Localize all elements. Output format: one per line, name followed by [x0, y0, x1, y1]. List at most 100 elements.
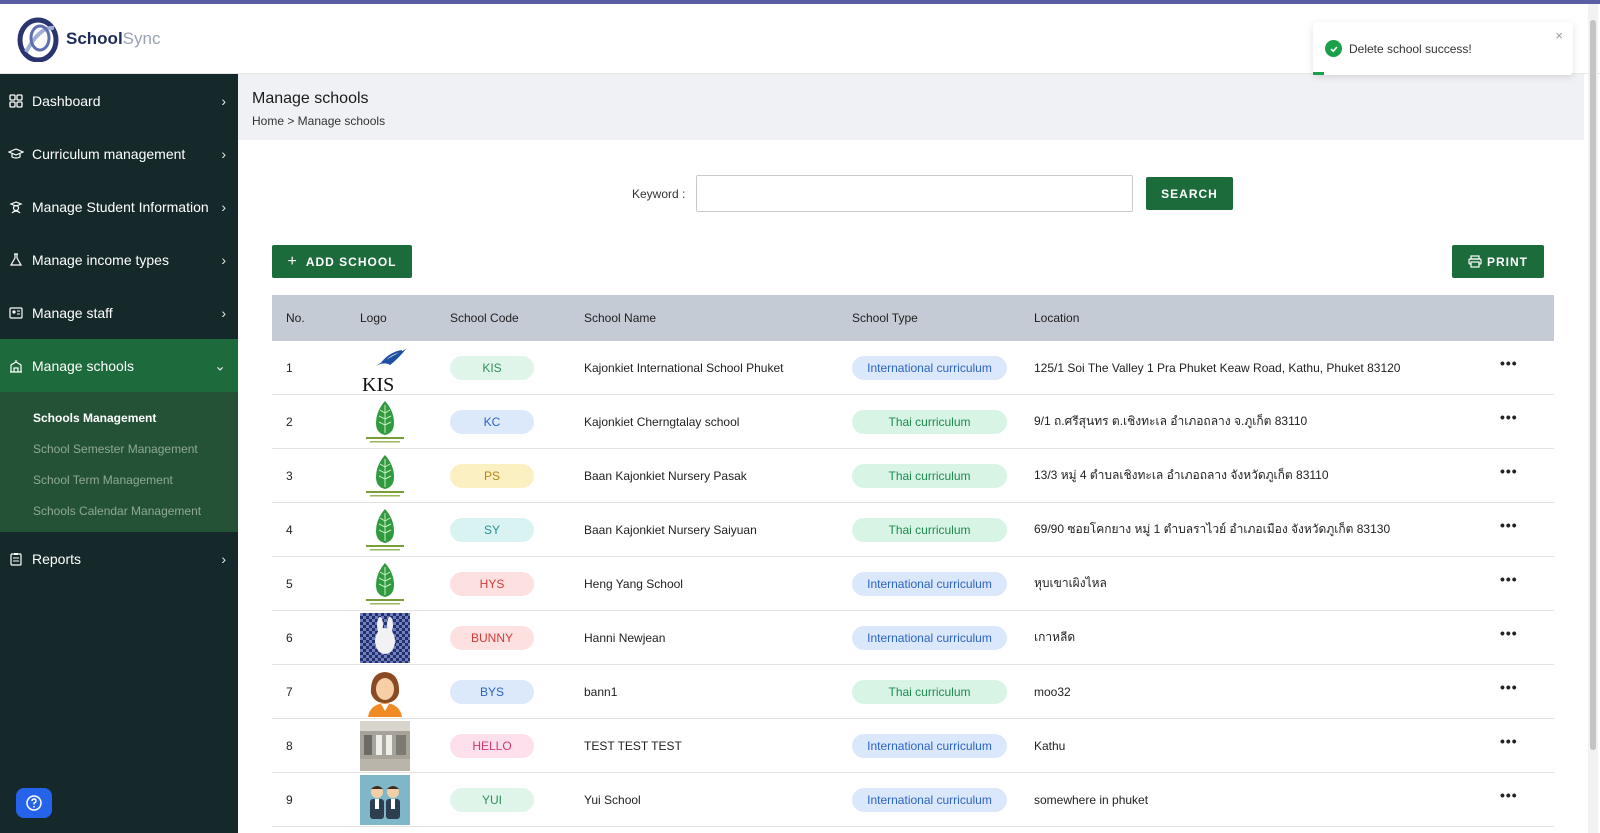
header-school-name: School Name — [584, 311, 657, 325]
school-code-badge: PS — [450, 463, 534, 488]
school-logo-image — [360, 505, 410, 555]
school-name: Baan Kajonkiet Nursery Saiyuan — [584, 522, 757, 537]
school-type-badge: International curriculum — [852, 787, 1007, 812]
school-location: 125/1 Soi The Valley 1 Pra Phuket Keaw R… — [1034, 360, 1401, 375]
row-actions-more-icon[interactable]: ••• — [1500, 409, 1518, 425]
close-icon[interactable]: × — [1555, 28, 1563, 43]
toast-progress-bar — [1313, 72, 1324, 75]
school-logo-image: KIS — [360, 343, 410, 396]
school-logo-image — [360, 721, 410, 771]
success-toast: Delete school success! × — [1313, 22, 1573, 75]
student-icon — [8, 199, 24, 215]
row-number: 9 — [286, 792, 293, 807]
row-number: 5 — [286, 576, 293, 591]
school-name: TEST TEST TEST — [584, 738, 682, 753]
submenu-semester-management[interactable]: School Semester Management — [0, 433, 238, 464]
submenu-calendar-management[interactable]: Schools Calendar Management — [0, 495, 238, 526]
school-location: 13/3 หมู่ 4 ตำบลเชิงทะเล อำเภอถลาง จังหว… — [1034, 468, 1329, 482]
school-name: bann1 — [584, 684, 618, 699]
toast-message: Delete school success! — [1349, 42, 1472, 56]
sidebar-item-label: Manage income types — [32, 251, 169, 268]
row-actions-more-icon[interactable]: ••• — [1500, 733, 1518, 749]
submenu-schools-management[interactable]: Schools Management — [0, 402, 238, 433]
breadcrumb[interactable]: Home > Manage schools — [252, 114, 385, 128]
sidebar-item-income-types[interactable]: Manage income types › — [0, 233, 238, 286]
table-row[interactable]: 7 BYS bann1 Thai curriculum moo32 ••• — [272, 665, 1554, 719]
school-logo-image — [360, 775, 410, 825]
app-name-primary: School — [66, 29, 123, 48]
keyword-search-input[interactable] — [696, 175, 1133, 212]
table-row[interactable]: 2 KC Kajonkiet Cherngtalay school Thai curr… — [272, 395, 1554, 449]
row-number: 3 — [286, 468, 293, 483]
school-type-badge: Thai curriculum — [852, 409, 1007, 434]
search-button[interactable]: SEARCH — [1146, 177, 1233, 210]
sidebar-item-dashboard[interactable]: Dashboard › — [0, 74, 238, 127]
sidebar-item-schools[interactable]: Manage schools ⌄ — [0, 339, 238, 392]
app-logo[interactable]: SchoolSync — [16, 16, 160, 62]
school-name: Kajonkiet Cherngtalay school — [584, 414, 740, 429]
sidebar-item-label: Reports — [32, 550, 82, 567]
help-button[interactable] — [16, 788, 52, 818]
row-actions-more-icon[interactable]: ••• — [1500, 355, 1518, 371]
row-actions-more-icon[interactable]: ••• — [1500, 463, 1518, 479]
row-actions-more-icon[interactable]: ••• — [1500, 517, 1518, 533]
row-actions-more-icon[interactable]: ••• — [1500, 679, 1518, 695]
chevron-right-icon: › — [221, 304, 226, 321]
print-button[interactable]: PRINT — [1452, 245, 1544, 278]
row-number: 2 — [286, 414, 293, 429]
school-logo-image — [360, 451, 410, 501]
scrollbar-thumb[interactable] — [1590, 20, 1596, 750]
table-row[interactable]: 6 BUNNY Hanni Newjean International curricu… — [272, 611, 1554, 665]
header-school-code: School Code — [450, 311, 519, 325]
row-actions-more-icon[interactable]: ••• — [1500, 571, 1518, 587]
plus-icon: + — [287, 252, 298, 270]
chevron-right-icon: › — [221, 92, 226, 109]
page-scrollbar[interactable] — [1588, 4, 1598, 833]
submenu-term-management[interactable]: School Term Management — [0, 464, 238, 495]
schoolsync-logo-icon — [17, 17, 59, 62]
school-code-badge: HYS — [450, 571, 534, 596]
app-name-secondary: Sync — [122, 29, 161, 48]
question-circle-icon — [26, 795, 42, 811]
table-row[interactable]: 3 PS Baan Kajonkiet Nursery Pasak Thai curr… — [272, 449, 1554, 503]
keyword-label: Keyword : — [632, 187, 686, 201]
chevron-right-icon: › — [221, 251, 226, 268]
header-no: No. — [286, 311, 305, 325]
sidebar-item-curriculum[interactable]: Curriculum management › — [0, 127, 238, 180]
clipboard-icon — [8, 551, 24, 567]
row-actions-more-icon[interactable]: ••• — [1500, 787, 1518, 803]
table-row[interactable]: 1 KIS KIS Kajonkiet International School Ph… — [272, 341, 1554, 396]
page-header: Manage schools Home > Manage schools — [238, 74, 1584, 140]
sidebar-item-staff[interactable]: Manage staff › — [0, 286, 238, 339]
chevron-right-icon: › — [221, 550, 226, 567]
schools-submenu: Schools Management School Semester Manag… — [0, 392, 238, 532]
table-row[interactable]: 5 HYS Heng Yang School International curric… — [272, 557, 1554, 611]
school-logo-image — [360, 667, 410, 717]
graduation-cap-icon — [8, 146, 24, 162]
table-row[interactable]: 4 SY Baan Kajonkiet Nursery Saiyuan Thai cu… — [272, 503, 1554, 557]
row-actions-more-icon[interactable]: ••• — [1500, 625, 1518, 641]
school-logo-image — [360, 613, 410, 663]
sidebar-item-student-information[interactable]: Manage Student Information › — [0, 180, 238, 233]
schools-table: No. Logo School Code School Name School … — [272, 295, 1554, 827]
table-header-row: No. Logo School Code School Name School … — [272, 295, 1554, 341]
school-name: Baan Kajonkiet Nursery Pasak — [584, 468, 747, 483]
school-type-badge: International curriculum — [852, 625, 1007, 650]
add-school-button[interactable]: + ADD SCHOOL — [272, 245, 412, 278]
school-type-badge: International curriculum — [852, 733, 1007, 758]
school-code-badge: SY — [450, 517, 534, 542]
table-body: 1 KIS KIS Kajonkiet International School Ph… — [272, 341, 1554, 827]
sidebar-item-label: Dashboard — [32, 92, 101, 109]
chevron-right-icon: › — [221, 198, 226, 215]
table-row[interactable]: 9 YUI Yui School International curriculum so… — [272, 773, 1554, 827]
sidebar: Dashboard › Curriculum management › Mana… — [0, 74, 238, 833]
chevron-down-icon: ⌄ — [214, 357, 226, 373]
sidebar-item-reports[interactable]: Reports › — [0, 532, 238, 585]
print-label: PRINT — [1487, 254, 1528, 269]
table-row[interactable]: 8 HELLO TEST TEST TEST International curric… — [272, 719, 1554, 773]
school-type-badge: Thai curriculum — [852, 679, 1007, 704]
row-number: 7 — [286, 684, 293, 699]
school-location: moo32 — [1034, 684, 1071, 699]
school-location: เกาหลีด — [1034, 630, 1076, 644]
sidebar-item-label: Manage schools — [32, 357, 134, 374]
